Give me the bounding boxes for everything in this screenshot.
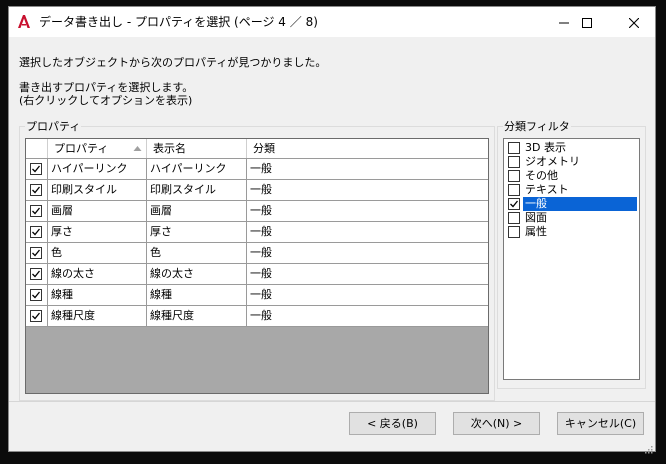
row-checkbox-cell (26, 159, 48, 179)
table-row[interactable]: 厚さ 厚さ 一般 (26, 222, 488, 243)
row-checkbox[interactable] (30, 184, 42, 196)
category-filter-list[interactable]: 3D 表示 ジオメトリ その他 テキスト 一般 図面 属性 (503, 138, 640, 380)
cancel-button[interactable]: キャンセル(C) (557, 412, 644, 435)
row-checkbox[interactable] (30, 205, 42, 217)
found-properties-message: 選択したオブジェクトから次のプロパティが見つかりました。 (19, 56, 327, 69)
column-header-category[interactable]: 分類 (247, 139, 488, 158)
display-name-cell[interactable]: 色 (147, 243, 247, 263)
filter-item-label: テキスト (525, 183, 569, 196)
filter-item[interactable]: その他 (506, 169, 639, 183)
grid-header: プロパティ 表示名 分類 (26, 139, 488, 159)
table-row[interactable]: 線種 線種 一般 (26, 285, 488, 306)
filter-checkbox[interactable] (508, 198, 520, 210)
table-row[interactable]: 印刷スタイル 印刷スタイル 一般 (26, 180, 488, 201)
property-cell[interactable]: 厚さ (48, 222, 147, 242)
filter-checkbox[interactable] (508, 170, 520, 182)
right-click-hint: (右クリックしてオプションを表示) (19, 94, 193, 107)
display-name-cell[interactable]: 線種尺度 (147, 306, 247, 326)
category-cell[interactable]: 一般 (247, 180, 488, 200)
property-cell[interactable]: 線の太さ (48, 264, 147, 284)
filter-item-label: 図面 (525, 211, 547, 224)
category-cell[interactable]: 一般 (247, 222, 488, 242)
filter-checkbox[interactable] (508, 212, 520, 224)
filter-checkbox[interactable] (508, 142, 520, 154)
filter-item[interactable]: 属性 (506, 225, 639, 239)
autocad-logo-icon (17, 14, 31, 29)
display-name-cell[interactable]: 厚さ (147, 222, 247, 242)
row-checkbox-cell (26, 243, 48, 263)
filter-item-label: その他 (525, 169, 558, 182)
category-cell[interactable]: 一般 (247, 201, 488, 221)
maximize-button[interactable] (564, 7, 610, 37)
row-checkbox-cell (26, 285, 48, 305)
maximize-icon (582, 13, 592, 32)
filter-item-label: 一般 (523, 197, 637, 211)
row-checkbox-cell (26, 264, 48, 284)
property-cell[interactable]: 画層 (48, 201, 147, 221)
row-checkbox[interactable] (30, 247, 42, 259)
close-icon (628, 13, 640, 32)
property-cell[interactable]: ハイパーリンク (48, 159, 147, 179)
title-bar[interactable]: データ書き出し - プロパティを選択 (ページ 4 ／ 8) (9, 7, 655, 37)
property-cell[interactable]: 線種 (48, 285, 147, 305)
header-checkbox-column (26, 139, 48, 158)
table-row[interactable]: 線種尺度 線種尺度 一般 (26, 306, 488, 327)
row-checkbox[interactable] (30, 268, 42, 280)
footer-separator (9, 401, 655, 402)
back-button[interactable]: < 戻る(B) (349, 412, 436, 435)
row-checkbox[interactable] (30, 310, 42, 322)
close-button[interactable] (611, 7, 657, 37)
filter-item-label: ジオメトリ (525, 155, 580, 168)
property-cell[interactable]: 印刷スタイル (48, 180, 147, 200)
category-cell[interactable]: 一般 (247, 264, 488, 284)
filter-item[interactable]: テキスト (506, 183, 639, 197)
display-name-cell[interactable]: 線種 (147, 285, 247, 305)
resize-grip-icon[interactable] (643, 439, 653, 454)
property-cell[interactable]: 色 (48, 243, 147, 263)
category-cell[interactable]: 一般 (247, 285, 488, 305)
select-properties-message: 書き出すプロパティを選択します。 (19, 81, 194, 94)
row-checkbox-cell (26, 201, 48, 221)
filter-checkbox[interactable] (508, 184, 520, 196)
row-checkbox[interactable] (30, 289, 42, 301)
display-name-cell[interactable]: ハイパーリンク (147, 159, 247, 179)
filter-item[interactable]: ジオメトリ (506, 155, 639, 169)
filter-item[interactable]: 一般 (506, 197, 639, 211)
category-cell[interactable]: 一般 (247, 243, 488, 263)
table-row[interactable]: 線の太さ 線の太さ 一般 (26, 264, 488, 285)
filter-item[interactable]: 図面 (506, 211, 639, 225)
next-button[interactable]: 次へ(N) > (453, 412, 540, 435)
filter-item-label: 3D 表示 (525, 141, 566, 154)
filter-checkbox[interactable] (508, 226, 520, 238)
table-row[interactable]: ハイパーリンク ハイパーリンク 一般 (26, 159, 488, 180)
table-row[interactable]: 色色一般 (26, 243, 488, 264)
properties-group-label: プロパティ (25, 120, 82, 133)
window-title: データ書き出し - プロパティを選択 (ページ 4 ／ 8) (39, 15, 318, 29)
filter-item-label: 属性 (525, 225, 547, 238)
dialog-window: データ書き出し - プロパティを選択 (ページ 4 ／ 8) 選択したオブジェク… (8, 6, 656, 454)
row-checkbox-cell (26, 222, 48, 242)
filter-item[interactable]: 3D 表示 (506, 141, 639, 155)
display-name-cell[interactable]: 線の太さ (147, 264, 247, 284)
column-header-display-name[interactable]: 表示名 (147, 139, 247, 158)
display-name-cell[interactable]: 印刷スタイル (147, 180, 247, 200)
display-name-cell[interactable]: 画層 (147, 201, 247, 221)
row-checkbox-cell (26, 306, 48, 326)
row-checkbox[interactable] (30, 163, 42, 175)
row-checkbox[interactable] (30, 226, 42, 238)
category-cell[interactable]: 一般 (247, 306, 488, 326)
table-row[interactable]: 画層 画層 一般 (26, 201, 488, 222)
category-cell[interactable]: 一般 (247, 159, 488, 179)
filter-checkbox[interactable] (508, 156, 520, 168)
column-header-property[interactable]: プロパティ (48, 139, 147, 158)
filter-group-label: 分類フィルタ (503, 120, 571, 133)
property-cell[interactable]: 線種尺度 (48, 306, 147, 326)
properties-grid[interactable]: プロパティ 表示名 分類 ハイパーリンク ハイパーリンク 一般 印刷スタイル 印刷スタイ… (25, 138, 489, 394)
row-checkbox-cell (26, 180, 48, 200)
